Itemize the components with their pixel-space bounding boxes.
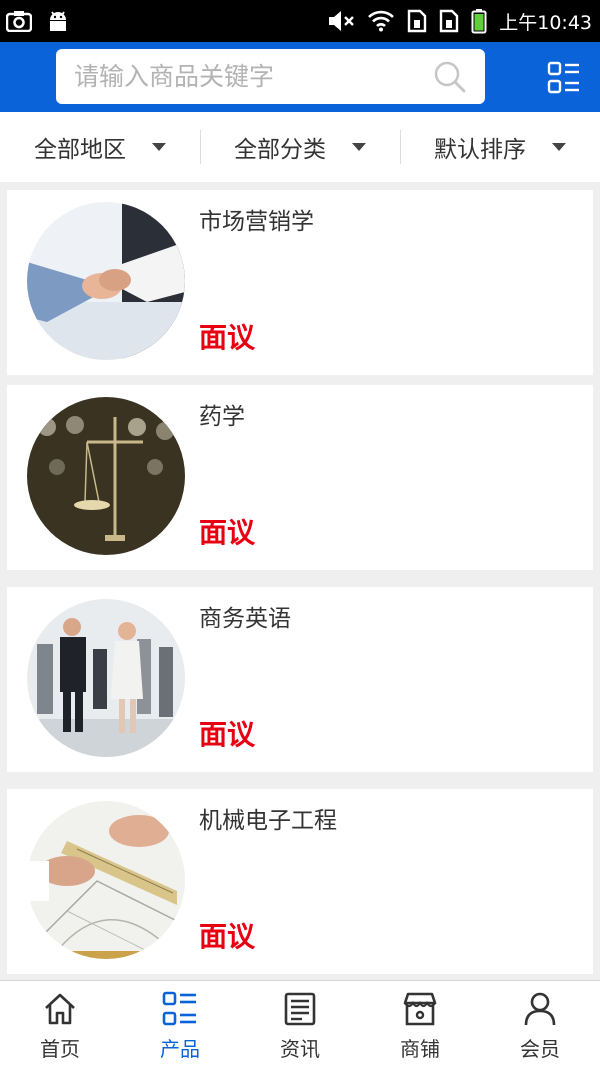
mute-icon — [327, 9, 355, 33]
product-title: 商务英语 — [199, 606, 291, 632]
category-menu-icon[interactable] — [547, 61, 581, 95]
news-icon — [282, 991, 318, 1027]
nav-store-label: 商铺 — [400, 1037, 440, 1061]
search-icon[interactable] — [433, 60, 467, 94]
product-card[interactable]: 机械电子工程 面议 — [7, 789, 593, 974]
wifi-icon — [367, 10, 395, 32]
status-right: 上午10:43 — [327, 8, 592, 35]
product-image-engineering-drawing — [27, 801, 185, 959]
user-icon — [522, 991, 558, 1027]
nav-news-label: 资讯 — [280, 1037, 320, 1061]
store-icon — [402, 991, 438, 1027]
caret-down-icon — [152, 143, 166, 151]
product-card[interactable]: 药学 面议 — [7, 385, 593, 570]
product-image-handshake — [27, 202, 185, 360]
nav-home[interactable]: 首页 — [0, 981, 120, 1067]
battery-icon — [471, 8, 487, 34]
product-price: 面议 — [199, 920, 256, 953]
product-card[interactable]: 市场营销学 面议 — [7, 190, 593, 375]
search-input[interactable] — [74, 62, 433, 91]
caret-down-icon — [352, 143, 366, 151]
sim-card-2-icon — [439, 9, 459, 33]
nav-home-label: 首页 — [40, 1037, 80, 1061]
filter-category[interactable]: 全部分类 — [200, 112, 400, 182]
filter-sort[interactable]: 默认排序 — [400, 112, 600, 182]
filter-region[interactable]: 全部地区 — [0, 112, 200, 182]
filter-bar: 全部地区 全部分类 默认排序 — [0, 112, 600, 182]
header — [0, 42, 600, 112]
filter-sort-label: 默认排序 — [434, 137, 526, 163]
nav-member-label: 会员 — [520, 1037, 560, 1061]
product-title: 机械电子工程 — [199, 808, 337, 834]
product-title: 市场营销学 — [199, 209, 314, 235]
sim-card-icon — [407, 9, 427, 33]
android-icon — [46, 9, 70, 33]
status-bar: 上午10:43 — [0, 0, 600, 42]
filter-region-label: 全部地区 — [34, 137, 126, 163]
nav-products-label: 产品 — [160, 1037, 200, 1061]
nav-store[interactable]: 商铺 — [360, 981, 480, 1067]
bottom-nav: 首页 产品 资讯 商铺 会员 — [0, 980, 600, 1067]
nav-news[interactable]: 资讯 — [240, 981, 360, 1067]
nav-products[interactable]: 产品 — [120, 981, 240, 1067]
filter-category-label: 全部分类 — [234, 137, 326, 163]
product-image-balance-scale — [27, 397, 185, 555]
product-price: 面议 — [199, 718, 256, 751]
product-image-business-people — [27, 599, 185, 757]
status-left — [6, 9, 70, 33]
product-price: 面议 — [199, 516, 256, 549]
caret-down-icon — [552, 143, 566, 151]
search-box[interactable] — [56, 49, 485, 104]
home-icon — [42, 991, 78, 1027]
nav-member[interactable]: 会员 — [480, 981, 600, 1067]
screenshot-icon — [6, 10, 32, 32]
product-title: 药学 — [199, 404, 245, 430]
product-price: 面议 — [199, 321, 256, 354]
product-card[interactable]: 商务英语 面议 — [7, 587, 593, 772]
status-time: 上午10:43 — [499, 11, 592, 34]
list-grid-icon — [162, 991, 198, 1027]
